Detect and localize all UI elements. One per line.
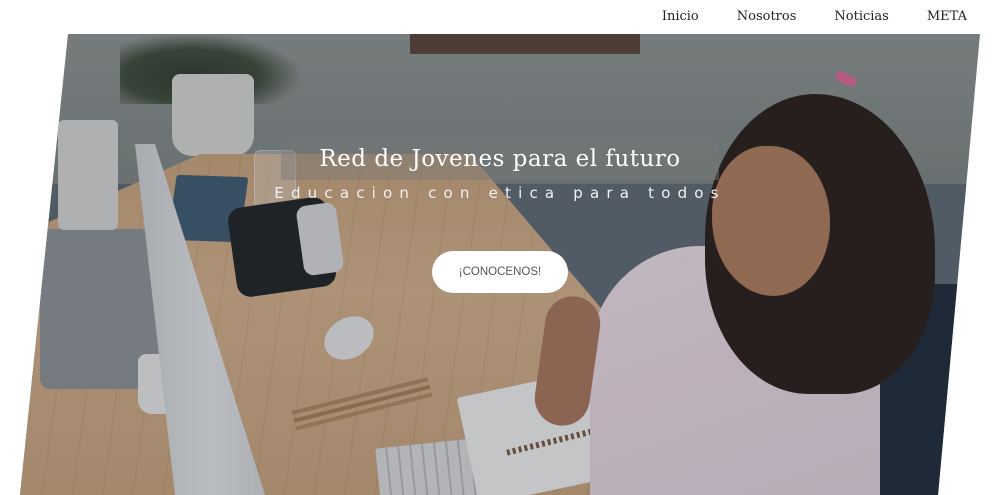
hero-title: Red de Jovenes para el futuro <box>319 146 681 172</box>
top-nav: Inicio Nosotros Noticias META <box>643 0 1000 34</box>
conocenos-button[interactable]: ¡CONOCENOS! <box>432 251 568 293</box>
nav-item-meta[interactable]: META <box>908 0 1000 34</box>
nav-item-inicio[interactable]: Inicio <box>643 0 718 34</box>
nav-item-noticias[interactable]: Noticias <box>815 0 907 34</box>
page: Inicio Nosotros Noticias META Red de Jov… <box>0 0 1000 495</box>
hero-banner: Red de Jovenes para el futuro Educacion … <box>20 34 980 495</box>
hero-subtitle: Educacion con etica para todos <box>274 184 726 202</box>
nav-item-nosotros[interactable]: Nosotros <box>718 0 816 34</box>
